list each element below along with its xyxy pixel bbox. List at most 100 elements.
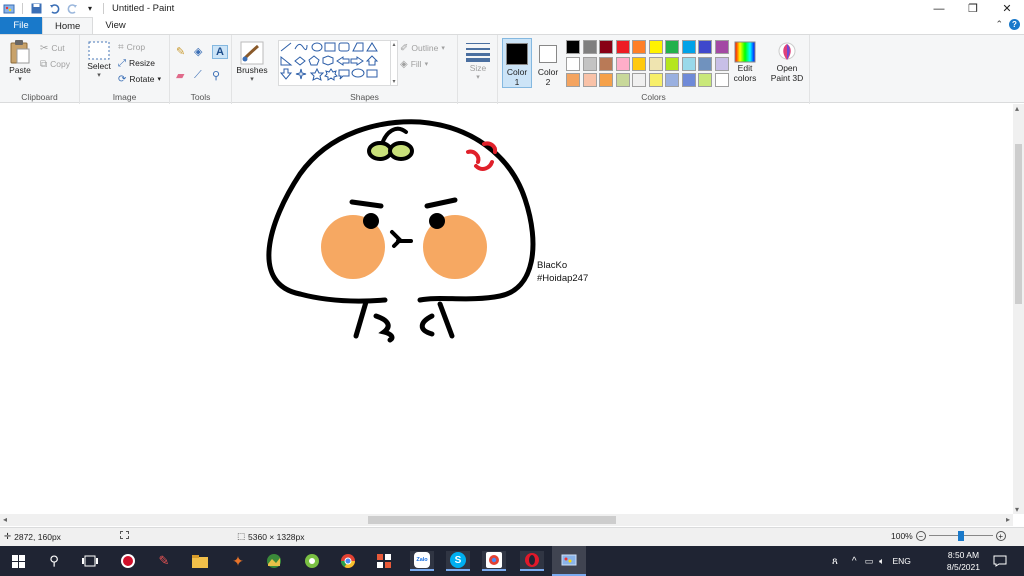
- color1-button[interactable]: Color 1: [502, 38, 532, 88]
- palette-swatch[interactable]: [648, 56, 663, 71]
- outline-button[interactable]: ✐ Outline ▾: [400, 41, 445, 55]
- shapes-scroll[interactable]: ▴ ▾: [390, 40, 398, 86]
- chrome-icon[interactable]: [338, 551, 358, 571]
- palette-swatch[interactable]: [566, 73, 580, 87]
- palette-swatch[interactable]: [665, 56, 679, 71]
- windows-start-icon[interactable]: [8, 551, 28, 571]
- select-button[interactable]: Select ▾: [86, 41, 112, 79]
- cut-button[interactable]: ✂ Cut: [40, 41, 65, 55]
- text-tool-icon[interactable]: A: [212, 45, 228, 59]
- palette-swatch[interactable]: [615, 56, 630, 71]
- edit-colors-button[interactable]: Edit colors: [730, 41, 760, 83]
- palette-swatch[interactable]: [566, 40, 580, 54]
- palette-swatch[interactable]: [681, 40, 696, 54]
- palette-swatch[interactable]: [599, 56, 613, 71]
- palette-swatch[interactable]: [681, 73, 696, 87]
- palette-swatch[interactable]: [698, 40, 712, 54]
- palette-swatch[interactable]: [698, 56, 712, 71]
- drawing-canvas[interactable]: BlacKo #Hoidap247: [0, 104, 1013, 514]
- redo-icon[interactable]: [65, 2, 79, 16]
- pen-app-icon[interactable]: ✎: [154, 551, 174, 571]
- clock[interactable]: 8:50 AM 8/5/2021: [947, 549, 980, 573]
- palette-swatch[interactable]: [599, 73, 613, 87]
- palette-swatch[interactable]: [582, 40, 597, 54]
- help-icon[interactable]: ?: [1009, 19, 1020, 30]
- zoom-out-icon[interactable]: −: [915, 531, 926, 541]
- horizontal-scrollbar[interactable]: ◂ ▸: [0, 514, 1013, 526]
- scroll-down-icon[interactable]: ▾: [392, 78, 395, 85]
- tray-expand-icon[interactable]: ^: [852, 556, 857, 567]
- people-icon[interactable]: ጸ: [832, 556, 838, 567]
- eraser-icon[interactable]: ▰: [176, 69, 192, 82]
- scroll-down-icon[interactable]: ▾: [1015, 505, 1019, 514]
- landscape-app-icon[interactable]: [264, 551, 284, 571]
- palette-swatch[interactable]: [714, 56, 729, 71]
- crop-button[interactable]: ⌗ Crop: [118, 40, 145, 54]
- copy-button[interactable]: ⧉ Copy: [40, 57, 70, 71]
- color-picker-icon[interactable]: ⟋: [194, 69, 210, 82]
- palette-swatch[interactable]: [681, 56, 696, 71]
- grid-app-icon[interactable]: [374, 551, 394, 571]
- palette-swatch[interactable]: [582, 73, 597, 87]
- fire-app-icon[interactable]: ✦: [228, 551, 248, 571]
- shapes-gallery-icons[interactable]: [279, 41, 391, 85]
- vertical-scroll-thumb[interactable]: [1015, 144, 1022, 304]
- palette-swatch[interactable]: [665, 73, 679, 87]
- collapse-ribbon-icon[interactable]: ⌃: [995, 19, 1003, 30]
- volume-icon[interactable]: 🔈︎: [879, 556, 884, 567]
- brushes-button[interactable]: Brushes ▾: [236, 41, 268, 83]
- scroll-left-icon[interactable]: ◂: [3, 515, 7, 524]
- search-icon[interactable]: ⚲: [44, 551, 64, 571]
- maximize-button[interactable]: ❐: [956, 0, 990, 17]
- notification-icon[interactable]: [990, 551, 1010, 571]
- palette-swatch[interactable]: [566, 56, 580, 71]
- palette-swatch[interactable]: [599, 40, 613, 54]
- coccoc-browser-icon[interactable]: [302, 551, 322, 571]
- paint-app-icon[interactable]: [2, 2, 16, 16]
- palette-swatch[interactable]: [615, 40, 630, 54]
- opera-icon[interactable]: [520, 551, 544, 571]
- tab-home[interactable]: Home: [42, 17, 94, 34]
- scroll-up-icon[interactable]: ▴: [1015, 104, 1019, 113]
- zalo-icon[interactable]: Zalo: [410, 551, 434, 571]
- zoom-slider-thumb[interactable]: [957, 531, 964, 541]
- language-indicator[interactable]: ENG: [893, 556, 911, 566]
- fill-button[interactable]: ◈ Fill ▾: [400, 57, 428, 71]
- open-paint3d-button[interactable]: Open Paint 3D: [768, 41, 806, 83]
- palette-swatch[interactable]: [582, 56, 597, 71]
- undo-icon[interactable]: [47, 2, 61, 16]
- palette-swatch[interactable]: [632, 40, 646, 54]
- scroll-right-icon[interactable]: ▸: [1006, 515, 1010, 524]
- close-button[interactable]: ✕: [990, 0, 1024, 17]
- palette-swatch[interactable]: [648, 40, 663, 54]
- save-icon[interactable]: [29, 2, 43, 16]
- resize-button[interactable]: ⤢ Resize: [118, 56, 155, 70]
- palette-swatch[interactable]: [615, 73, 630, 87]
- palette-swatch[interactable]: [714, 73, 729, 87]
- customize-toolbar-icon[interactable]: ▾: [83, 2, 97, 16]
- file-explorer-icon[interactable]: [190, 551, 210, 571]
- tab-file[interactable]: File: [0, 17, 42, 34]
- size-button[interactable]: Size ▾: [463, 41, 493, 81]
- zoom-slider[interactable]: [928, 531, 993, 541]
- fill-bucket-icon[interactable]: ◈: [194, 45, 210, 59]
- palette-swatch[interactable]: [648, 73, 663, 87]
- magnifier-icon[interactable]: ⚲: [212, 69, 228, 82]
- palette-swatch[interactable]: [665, 40, 679, 54]
- skype-icon[interactable]: S: [446, 551, 470, 571]
- vertical-scrollbar[interactable]: ▴ ▾: [1013, 104, 1024, 514]
- tab-view[interactable]: View: [93, 17, 137, 34]
- color2-button[interactable]: Color 2: [534, 38, 562, 88]
- battery-icon[interactable]: ▭: [865, 556, 874, 567]
- palette-swatch[interactable]: [698, 73, 712, 87]
- minimize-button[interactable]: —: [922, 0, 956, 17]
- palette-swatch[interactable]: [632, 56, 646, 71]
- scroll-up-icon[interactable]: ▴: [392, 41, 395, 48]
- task-view-icon[interactable]: [80, 551, 100, 571]
- pencil-icon[interactable]: ✎: [176, 45, 192, 59]
- zoom-in-icon[interactable]: +: [995, 531, 1006, 541]
- paste-button[interactable]: Paste ▾: [6, 39, 34, 83]
- horizontal-scroll-thumb[interactable]: [368, 516, 616, 524]
- palette-swatch[interactable]: [714, 40, 729, 54]
- chrome-window-icon[interactable]: [482, 551, 506, 571]
